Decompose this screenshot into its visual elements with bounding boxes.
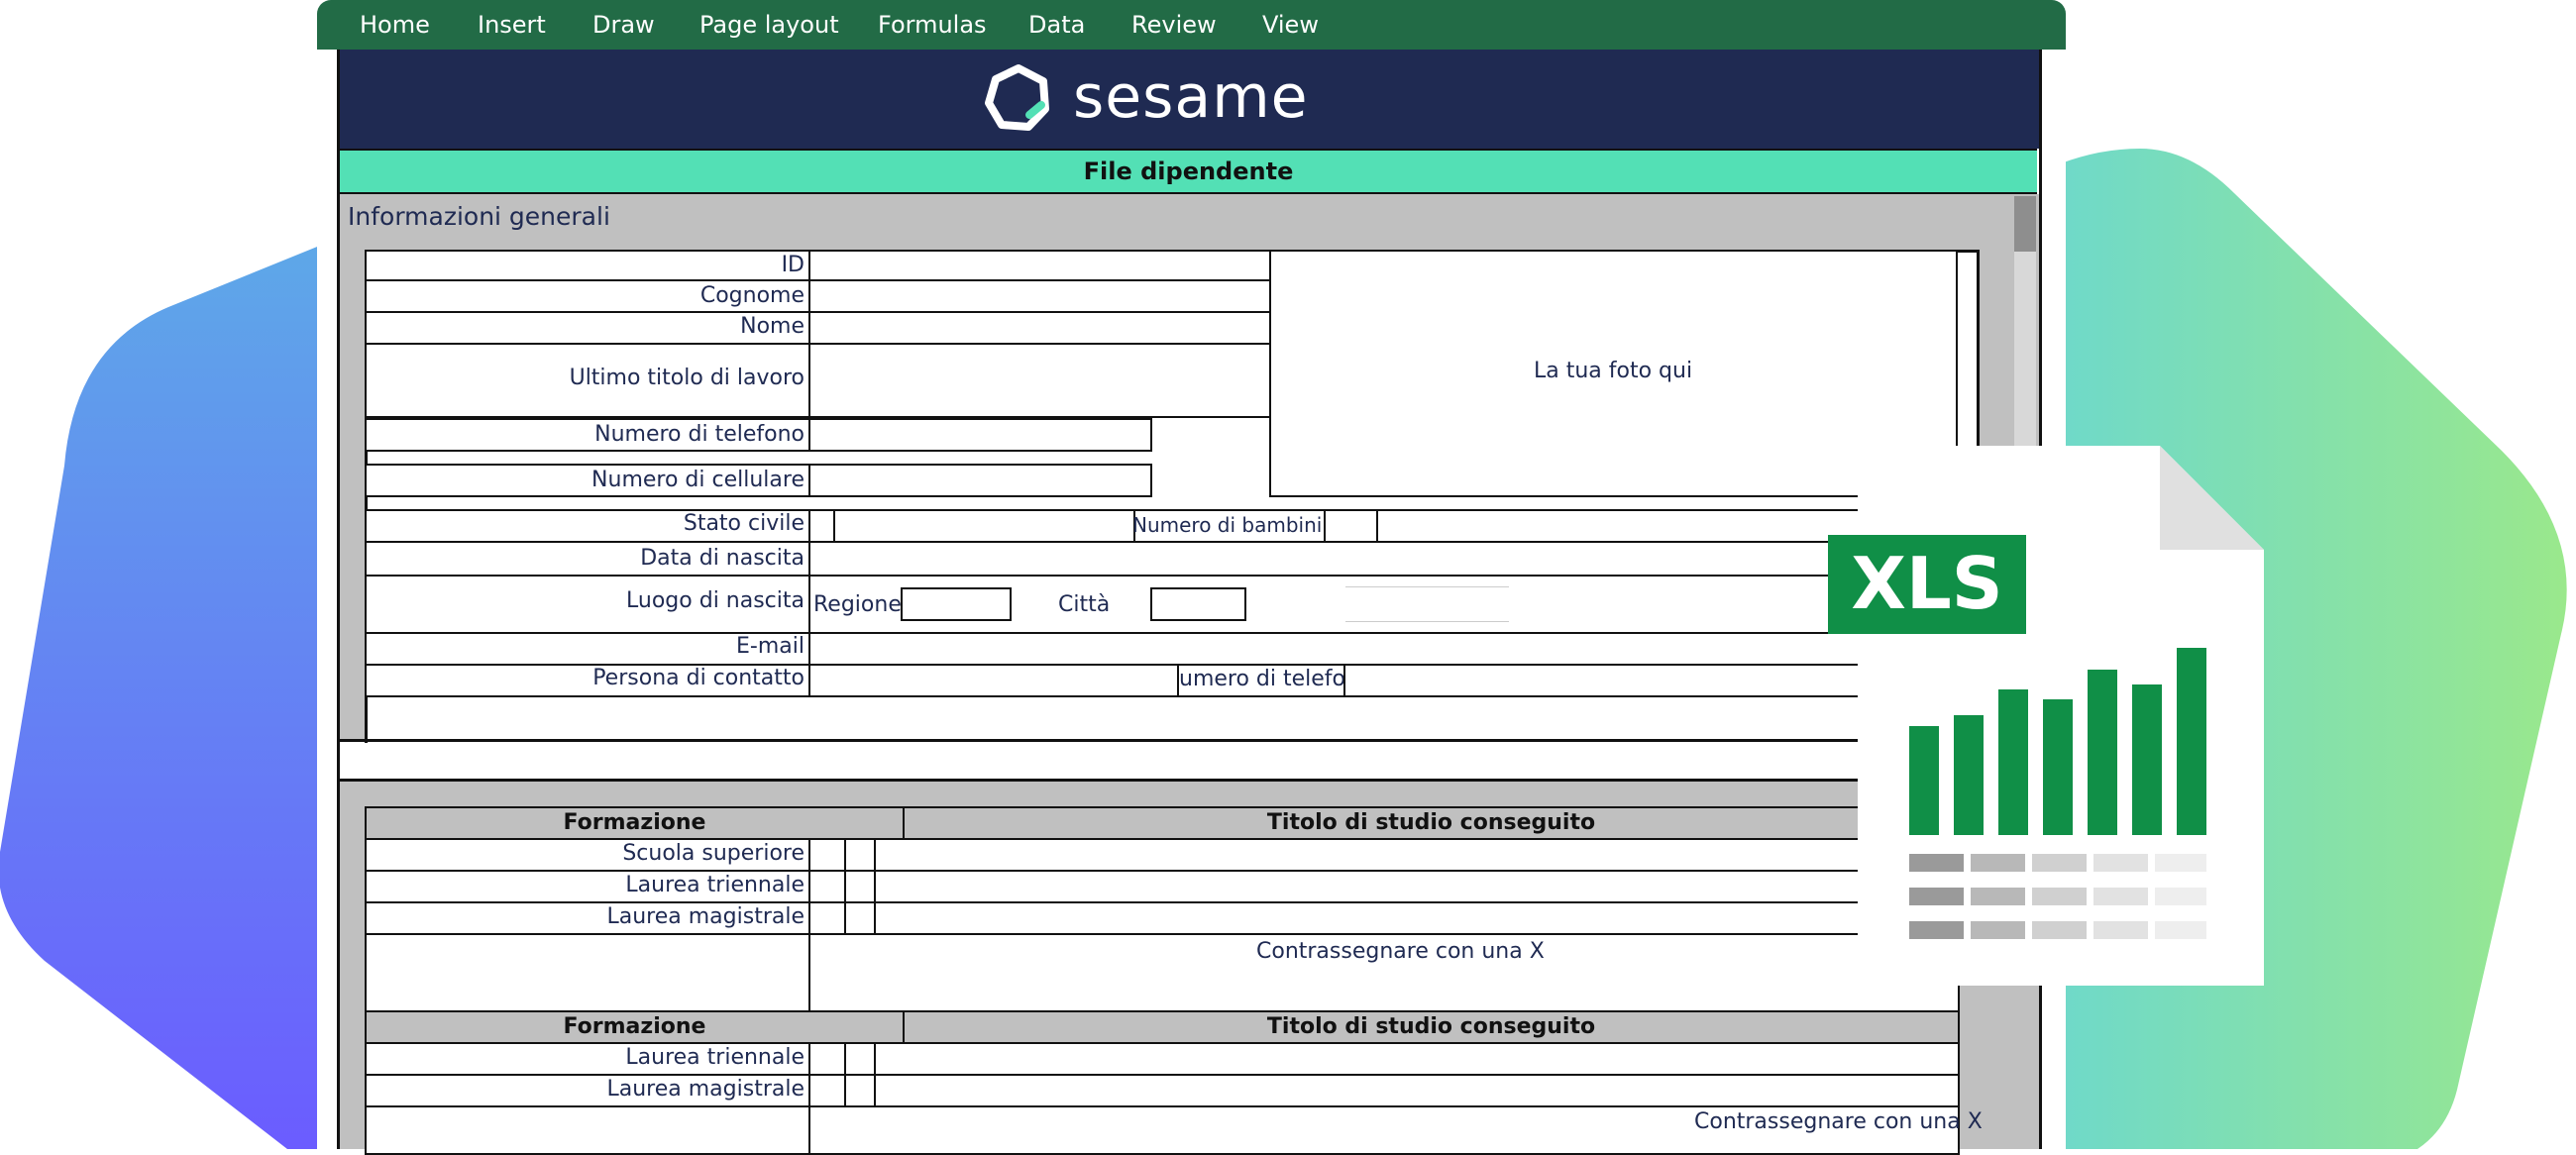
sesame-logo-icon xyxy=(985,64,1049,131)
header-titolo-1: Titolo di studio conseguito xyxy=(903,806,1960,840)
menu-bar: Home Insert Draw Page layout Formulas Da… xyxy=(317,0,2066,50)
input-cognome[interactable] xyxy=(808,279,1271,313)
spacer-row xyxy=(340,743,2039,782)
input-telefono[interactable] xyxy=(808,418,1152,452)
label-cell-contatto-telefono: umero di telefon xyxy=(1177,664,1345,697)
general-info-form: ID Cognome Nome Ultimo titolo di lavoro … xyxy=(365,250,2014,757)
checkbox-cell[interactable] xyxy=(808,901,846,935)
checkbox-cell[interactable] xyxy=(808,838,846,872)
label-stato-civile: Stato civile xyxy=(683,511,805,536)
checkbox-cell[interactable] xyxy=(844,901,876,935)
row-label-scuola-superiore: Scuola superiore xyxy=(622,841,805,866)
input-titolo-scuola[interactable] xyxy=(874,838,1960,872)
header-titolo-2: Titolo di studio conseguito xyxy=(903,1010,1960,1044)
input-nome[interactable] xyxy=(808,311,1271,345)
label-persona-contatto: Persona di contatto xyxy=(592,666,805,690)
blank-cell xyxy=(365,1105,810,1155)
checkbox-cell[interactable] xyxy=(808,870,846,903)
brand-name: sesame xyxy=(1073,62,1309,132)
brand-banner: sesame xyxy=(340,50,2039,149)
row-label-magistrale: Laurea magistrale xyxy=(606,904,805,929)
input-cellulare[interactable] xyxy=(808,464,1152,497)
divider xyxy=(340,739,2039,742)
sheet-area: sesame File dipendente Informazioni gene… xyxy=(337,50,2042,1155)
table-rows-icon xyxy=(1909,854,2206,939)
row-label-magistrale-2: Laurea magistrale xyxy=(606,1077,805,1102)
menu-data[interactable]: Data xyxy=(1028,8,1085,42)
header-formazione-1: Formazione xyxy=(365,806,905,840)
checkbox-cell[interactable] xyxy=(808,1074,846,1107)
label-numero-bambini: Numero di bambini xyxy=(1132,513,1323,537)
education-table-2: Formazione Titolo di studio conseguito L… xyxy=(365,1010,1983,1155)
row-label-triennale-2: Laurea triennale xyxy=(625,1045,805,1070)
menu-home[interactable]: Home xyxy=(360,8,430,42)
label-cellulare: Numero di cellulare xyxy=(591,468,805,492)
page-title: File dipendente xyxy=(340,149,2037,194)
menu-page-layout[interactable]: Page layout xyxy=(699,8,839,42)
input-stato-civile[interactable] xyxy=(833,509,1135,543)
checkbox-cell[interactable] xyxy=(844,838,876,872)
label-nome: Nome xyxy=(740,314,805,339)
menu-draw[interactable]: Draw xyxy=(592,8,655,42)
header-formazione-2: Formazione xyxy=(365,1010,905,1044)
left-blob-shape xyxy=(0,243,327,1149)
label-data-nascita: Data di nascita xyxy=(640,546,805,571)
menu-insert[interactable]: Insert xyxy=(478,8,546,42)
faint-line xyxy=(1345,621,1509,622)
input-titolo-magistrale[interactable] xyxy=(874,901,1960,935)
faint-line xyxy=(1345,586,1509,587)
input-data-nascita[interactable] xyxy=(808,541,1958,577)
scrollbar-thumb[interactable] xyxy=(2014,196,2036,252)
input-persona-contatto[interactable] xyxy=(808,664,1958,697)
menu-review[interactable]: Review xyxy=(1131,8,1217,42)
xls-file-icon: XLS xyxy=(1828,446,2264,986)
photo-placeholder-text: La tua foto qui xyxy=(1534,359,1693,383)
label-id: ID xyxy=(781,253,805,277)
label-cognome: Cognome xyxy=(699,283,805,308)
label-telefono: Numero di telefono xyxy=(594,422,805,447)
label-contatto-telefono: umero di telefon xyxy=(1179,667,1345,691)
input-citta[interactable] xyxy=(1150,587,1246,621)
input-regione[interactable] xyxy=(901,587,1012,621)
input-email[interactable] xyxy=(808,632,1958,666)
label-email: E-mail xyxy=(736,634,805,659)
note-contrassegnare-2: Contrassegnare con una X xyxy=(1694,1109,1983,1134)
input-titolo-magistrale-2[interactable] xyxy=(874,1074,1960,1107)
blank-cell xyxy=(365,933,810,1012)
menu-view[interactable]: View xyxy=(1262,8,1319,42)
checkbox-cell[interactable] xyxy=(808,1042,846,1076)
note-contrassegnare-1: Contrassegnare con una X xyxy=(1256,939,1545,964)
checkbox-cell[interactable] xyxy=(844,1042,876,1076)
input-id[interactable] xyxy=(808,250,1271,281)
input-ultimo-titolo[interactable] xyxy=(808,343,1271,418)
spreadsheet-window: Home Insert Draw Page layout Formulas Da… xyxy=(317,0,2066,1155)
checkbox-cell[interactable] xyxy=(844,870,876,903)
label-luogo-nascita: Luogo di nascita xyxy=(626,588,805,613)
input-numero-bambini[interactable] xyxy=(1324,509,1378,543)
xls-badge-label: XLS xyxy=(1851,542,2002,625)
section-heading-general-info: Informazioni generali xyxy=(348,202,610,231)
label-ultimo-titolo: Ultimo titolo di lavoro xyxy=(569,366,805,390)
xls-document-graphic: XLS xyxy=(1828,446,2264,986)
row-label-triennale: Laurea triennale xyxy=(625,873,805,897)
label-citta: Città xyxy=(1058,592,1111,617)
checkbox-cell[interactable] xyxy=(844,1074,876,1107)
label-regione: Regione xyxy=(813,592,902,617)
input-titolo-triennale[interactable] xyxy=(874,870,1960,903)
menu-formulas[interactable]: Formulas xyxy=(878,8,987,42)
input-titolo-triennale-2[interactable] xyxy=(874,1042,1960,1076)
